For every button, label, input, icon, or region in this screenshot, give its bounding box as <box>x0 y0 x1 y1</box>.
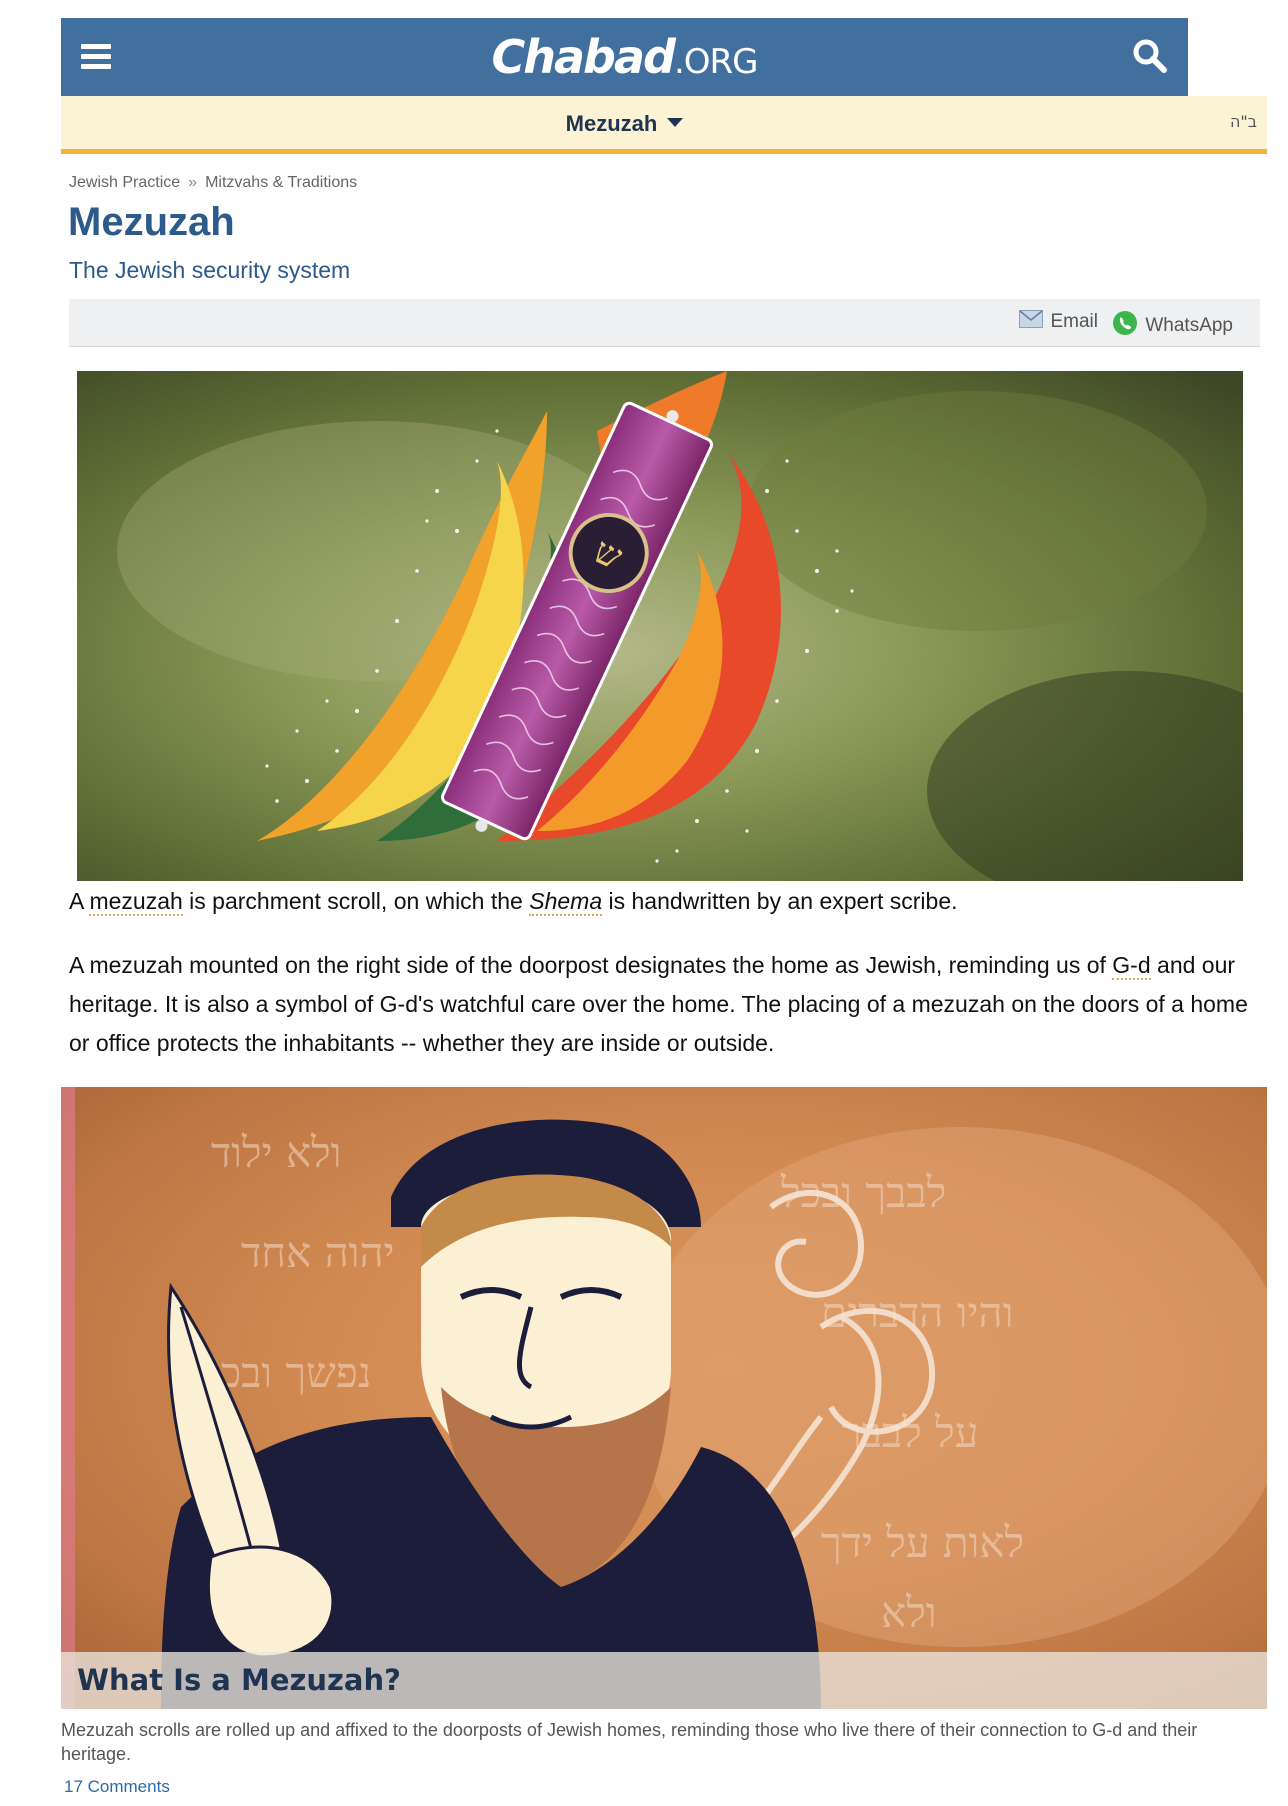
share-email-label: Email <box>1050 311 1098 332</box>
site-logo[interactable]: Chabad.ORG <box>61 30 1188 84</box>
breadcrumb-mitzvahs-traditions[interactable]: Mitzvahs & Traditions <box>205 174 357 191</box>
gd-glossary-link[interactable]: G-d <box>1112 952 1151 980</box>
bsd-mark: ב"ה <box>1229 112 1257 131</box>
search-icon[interactable] <box>1130 36 1170 76</box>
logo-brand: Chabad <box>491 30 676 84</box>
whatsapp-icon <box>1112 310 1138 342</box>
caption-text-1: A <box>69 888 90 914</box>
intro-paragraph: A mezuzah mounted on the right side of t… <box>69 946 1259 1063</box>
svg-text:יהוה אחד: יהוה אחד <box>241 1228 395 1277</box>
page-title: Mezuzah <box>68 200 235 244</box>
share-bar: Email WhatsApp <box>69 299 1260 347</box>
caption-text-3: is handwritten by an expert scribe. <box>602 888 958 914</box>
paragraph-text-1: A mezuzah mounted on the right side of t… <box>69 952 1113 978</box>
email-icon <box>1019 310 1044 334</box>
caret-down-icon <box>667 118 684 127</box>
page-subtitle: The Jewish security system <box>69 257 351 283</box>
feature-card-title[interactable]: What Is a Mezuzah? <box>77 1663 401 1697</box>
caption-text-2: is parchment scroll, on which the <box>182 888 530 914</box>
shema-glossary-link[interactable]: Shema <box>529 888 603 916</box>
section-dropdown[interactable]: Mezuzah <box>61 111 1188 137</box>
breadcrumb-jewish-practice[interactable]: Jewish Practice <box>69 174 180 191</box>
breadcrumb: Jewish Practice » Mitzvahs & Traditions <box>69 174 357 192</box>
svg-text:ולא: ולא <box>881 1588 937 1637</box>
site-header: Chabad.ORG <box>61 18 1188 96</box>
logo-tld: .ORG <box>673 42 759 82</box>
comments-link[interactable]: 17 Comments <box>64 1777 170 1797</box>
feature-card-image[interactable]: ולא ילוד לבבך ובכל יהוה אחד והיו הדברים … <box>61 1087 1267 1709</box>
feature-card-title-bar[interactable]: What Is a Mezuzah? <box>61 1652 1267 1709</box>
svg-text:לאות על ידך: לאות על ידך <box>821 1518 1024 1567</box>
image-caption: A mezuzah is parchment scroll, on which … <box>69 888 958 916</box>
share-email-button[interactable]: Email <box>1019 310 1098 334</box>
mezuzah-hero-image: ש <box>77 371 1243 881</box>
section-dropdown-label: Mezuzah <box>565 111 658 136</box>
breadcrumb-separator: » <box>188 174 198 191</box>
section-subnav: Mezuzah ב"ה <box>61 96 1267 154</box>
share-whatsapp-button[interactable]: WhatsApp <box>1112 310 1233 342</box>
share-whatsapp-label: WhatsApp <box>1145 315 1233 336</box>
mezuzah-glossary-link[interactable]: mezuzah <box>89 888 183 916</box>
feature-card-description: Mezuzah scrolls are rolled up and affixe… <box>61 1720 1198 1764</box>
svg-text:ולא ילוד: ולא ילוד <box>211 1128 342 1177</box>
